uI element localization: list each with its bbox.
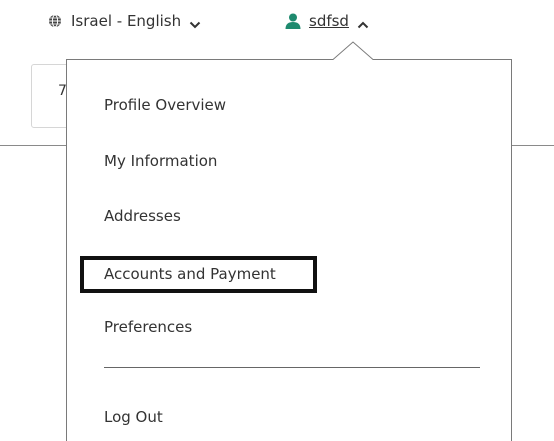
user-icon <box>284 12 302 30</box>
menu-item-addresses[interactable]: Addresses <box>104 207 181 225</box>
menu-divider <box>104 367 480 368</box>
menu-item-preferences[interactable]: Preferences <box>104 318 192 336</box>
menu-item-accounts-and-payment[interactable]: Accounts and Payment <box>80 256 317 293</box>
menu-item-log-out[interactable]: Log Out <box>104 408 163 426</box>
user-dropdown-menu: Profile Overview My Information Addresse… <box>66 59 512 441</box>
locale-label: Israel - English <box>71 12 182 30</box>
user-menu-toggle[interactable]: sdfsd <box>284 11 369 31</box>
globe-icon <box>48 14 62 28</box>
username-link[interactable]: sdfsd <box>309 12 349 30</box>
chevron-up-icon <box>357 16 369 29</box>
menu-caret <box>333 41 373 60</box>
menu-item-profile-overview[interactable]: Profile Overview <box>104 96 226 114</box>
locale-selector[interactable]: Israel - English <box>48 11 201 31</box>
page: Israel - English sdfsd 7 Profile Overvie… <box>0 0 554 441</box>
menu-item-my-information[interactable]: My Information <box>104 152 217 170</box>
chevron-down-icon <box>189 16 201 29</box>
